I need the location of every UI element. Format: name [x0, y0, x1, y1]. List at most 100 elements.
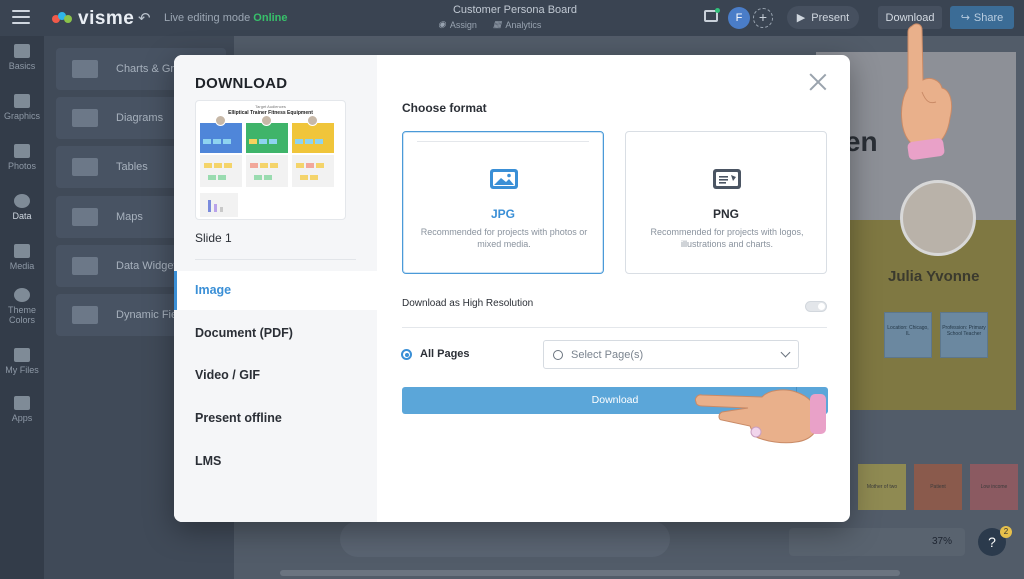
thumbnail-chip — [264, 175, 272, 180]
app-logo[interactable]: visme — [52, 8, 134, 30]
rail-graphics[interactable]: Graphics — [0, 94, 44, 121]
folder-icon — [14, 348, 30, 362]
rail-media[interactable]: Media — [0, 244, 44, 271]
thumbnail-bar — [214, 204, 217, 212]
thumbnail-block — [292, 155, 334, 187]
persona-name[interactable]: Julia Yvonne — [888, 268, 979, 285]
thumbnail-chip — [224, 163, 232, 168]
thumbnail-persona-yellow — [292, 123, 334, 153]
select-pages-dropdown[interactable]: Select Page(s) — [543, 340, 799, 369]
rail-apps[interactable]: Apps — [0, 396, 44, 423]
rail-label: Theme Colors — [7, 305, 36, 325]
zoom-level: 37% — [932, 536, 953, 547]
thumbnail-chip — [259, 139, 267, 144]
thumbnail-face — [261, 115, 272, 126]
rail-label: My Files — [5, 365, 39, 375]
thumbnail-persona-blue — [200, 123, 242, 153]
thumbnail-chip — [208, 175, 216, 180]
rail-data[interactable]: Data — [0, 194, 44, 221]
document-image-icon — [713, 169, 741, 189]
thumbnail-chip — [249, 139, 257, 144]
library-label: Tables — [116, 161, 148, 173]
download-modal: DOWNLOAD Target Audiences Elliptical Tra… — [174, 55, 850, 522]
select-pages-radio[interactable] — [553, 350, 563, 360]
info-card[interactable]: Profession: Primary School Teacher — [940, 312, 988, 358]
format-description: Recommended for projects with photos or … — [420, 227, 588, 249]
close-icon[interactable] — [809, 73, 827, 91]
present-label: Present — [811, 11, 850, 24]
thumbnail-chip — [204, 163, 212, 168]
present-button[interactable]: ▶ Present — [787, 6, 859, 29]
menu-icon[interactable] — [12, 10, 30, 24]
rail-label: Basics — [8, 61, 36, 71]
share-button[interactable]: ↪ Share — [950, 6, 1014, 29]
menu-item-lms[interactable]: LMS — [174, 442, 377, 481]
thumbnail-chart — [200, 193, 238, 217]
live-status: Online — [253, 12, 288, 24]
thumbnail-chip — [260, 163, 268, 168]
format-option-png[interactable]: PNG Recommended for projects with logos,… — [625, 131, 827, 274]
sticky-note[interactable]: Low income — [970, 464, 1018, 510]
format-name: JPG — [490, 207, 515, 221]
thumbnail-chip — [296, 163, 304, 168]
persona-photo[interactable] — [900, 180, 976, 256]
logo-text: visme — [78, 8, 135, 29]
horizontal-scrollbar[interactable] — [280, 570, 900, 576]
menu-item-present-offline[interactable]: Present offline — [174, 399, 377, 438]
document-title[interactable]: Customer Persona Board — [420, 4, 610, 16]
menu-item-pdf[interactable]: Document (PDF) — [174, 314, 377, 353]
menu-item-image[interactable]: Image — [174, 271, 377, 310]
library-label: Data Widgets — [116, 260, 183, 272]
sticky-note[interactable]: Patient — [914, 464, 962, 510]
all-pages-radio[interactable] — [401, 349, 412, 360]
sticky-note[interactable]: Mother of two — [858, 464, 906, 510]
analytics-label: Analytics — [505, 19, 542, 30]
thumbnail-chip — [306, 163, 314, 168]
chart-icon — [72, 60, 98, 78]
thumbnail-block — [246, 155, 288, 187]
share-label: Share — [973, 11, 1004, 24]
diagram-icon — [72, 109, 98, 127]
rail-my-files[interactable]: My Files — [0, 348, 44, 375]
library-label: Diagrams — [116, 112, 164, 124]
basics-icon — [14, 44, 30, 58]
thumbnail-block — [200, 155, 242, 187]
add-collaborator-button[interactable]: + — [753, 8, 773, 28]
rail-basics[interactable]: Basics — [0, 44, 44, 71]
bottom-toolbar — [340, 521, 670, 557]
play-icon: ▶ — [796, 12, 806, 24]
all-pages-label[interactable]: All Pages — [420, 348, 470, 360]
thumbnail-chip — [310, 175, 318, 180]
high-resolution-label: Download as High Resolution — [402, 298, 534, 309]
format-option-jpg[interactable]: JPG Recommended for projects with photos… — [402, 131, 604, 274]
analytics-link[interactable]: ▦ Analytics — [493, 19, 542, 30]
map-icon — [72, 208, 98, 226]
avatar[interactable]: F — [728, 7, 750, 29]
thumbnail-chip — [315, 139, 323, 144]
dynamic-field-icon — [72, 306, 98, 324]
thumbnail-chip — [295, 139, 303, 144]
logo-mark-icon — [52, 12, 74, 26]
modal-title: DOWNLOAD — [195, 75, 288, 92]
divider — [402, 327, 827, 328]
high-resolution-toggle[interactable] — [805, 301, 827, 312]
modal-sidebar: DOWNLOAD Target Audiences Elliptical Tra… — [174, 55, 377, 522]
palette-icon — [14, 288, 30, 302]
photos-icon — [14, 144, 30, 158]
rail-photos[interactable]: Photos — [0, 144, 44, 171]
format-description: Recommended for projects with logos, ill… — [650, 227, 804, 249]
rail-label: Media — [9, 261, 35, 271]
apps-icon — [14, 396, 30, 410]
slide-thumbnail[interactable]: Target Audiences Elliptical Trainer Fitn… — [195, 100, 346, 220]
thumbnail-chip — [305, 139, 313, 144]
rail-theme-colors[interactable]: Theme Colors — [0, 288, 44, 325]
comments-icon[interactable] — [704, 8, 720, 22]
help-badge: 2 — [1000, 526, 1012, 538]
menu-item-video-gif[interactable]: Video / GIF — [174, 356, 377, 395]
thumbnail-bar — [208, 200, 211, 212]
info-card[interactable]: Location: Chicago, IL — [884, 312, 932, 358]
rail-label: Data — [12, 211, 32, 221]
assign-link[interactable]: ◉ Assign — [438, 19, 477, 30]
undo-icon[interactable]: ↶ — [138, 9, 151, 27]
image-icon — [490, 169, 518, 189]
